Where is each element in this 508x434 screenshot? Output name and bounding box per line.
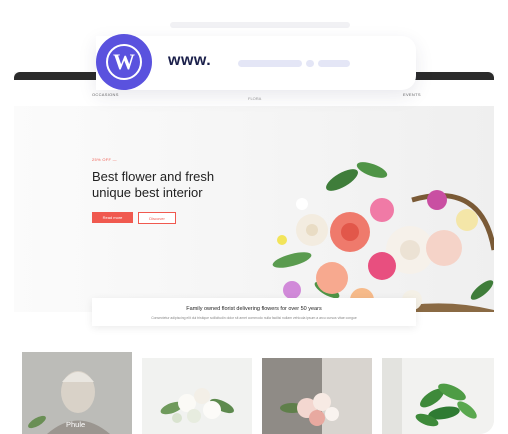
info-card: Family owned florist delivering flowers … [92, 298, 416, 326]
url-placeholder-bar [238, 60, 302, 67]
background-placeholder-bar [170, 22, 350, 28]
wordpress-w-glyph: W [106, 44, 142, 80]
flower-bouquet-image [272, 162, 494, 312]
house-plant-image [382, 358, 494, 434]
info-card-title: Family owned florist delivering flowers … [186, 306, 322, 312]
hero-headline: Best flower and fresh unique best interi… [92, 169, 252, 200]
website-preview: OCCASIONS FLORA EVENTS 25% OFF — Best fl… [14, 72, 494, 312]
nav-item-occasions[interactable]: OCCASIONS [92, 92, 119, 97]
hero-section: 25% OFF — Best flower and fresh unique b… [14, 106, 494, 312]
gallery-thumbnail-phule[interactable]: Phule [22, 352, 132, 434]
info-card-text: Consectetur adipiscing elit dui tristiqu… [151, 316, 357, 320]
nav-item-events[interactable]: EVENTS [403, 92, 421, 97]
bridal-bouquet-image [262, 358, 372, 434]
gallery-thumbnail-4[interactable] [382, 358, 494, 434]
url-placeholder-dot [306, 60, 314, 67]
thumbnail-caption: Phule [66, 420, 86, 429]
gallery-thumbnail-2[interactable] [142, 358, 252, 434]
url-placeholder-bar-short [318, 60, 350, 67]
read-more-button[interactable]: Read more [92, 212, 133, 223]
hero-headline-line-1: Best flower and fresh [92, 169, 215, 184]
white-bouquet-image [142, 358, 252, 434]
hero-tag: 25% OFF — [92, 157, 117, 162]
gallery-thumbnail-3[interactable] [262, 358, 372, 434]
url-www-text: www. [168, 52, 212, 69]
hero-headline-line-2: unique best interior [92, 184, 203, 200]
wordpress-logo-icon: W [96, 34, 152, 90]
site-logo-text[interactable]: FLORA [248, 96, 261, 101]
discover-button[interactable]: Discover [138, 212, 176, 224]
